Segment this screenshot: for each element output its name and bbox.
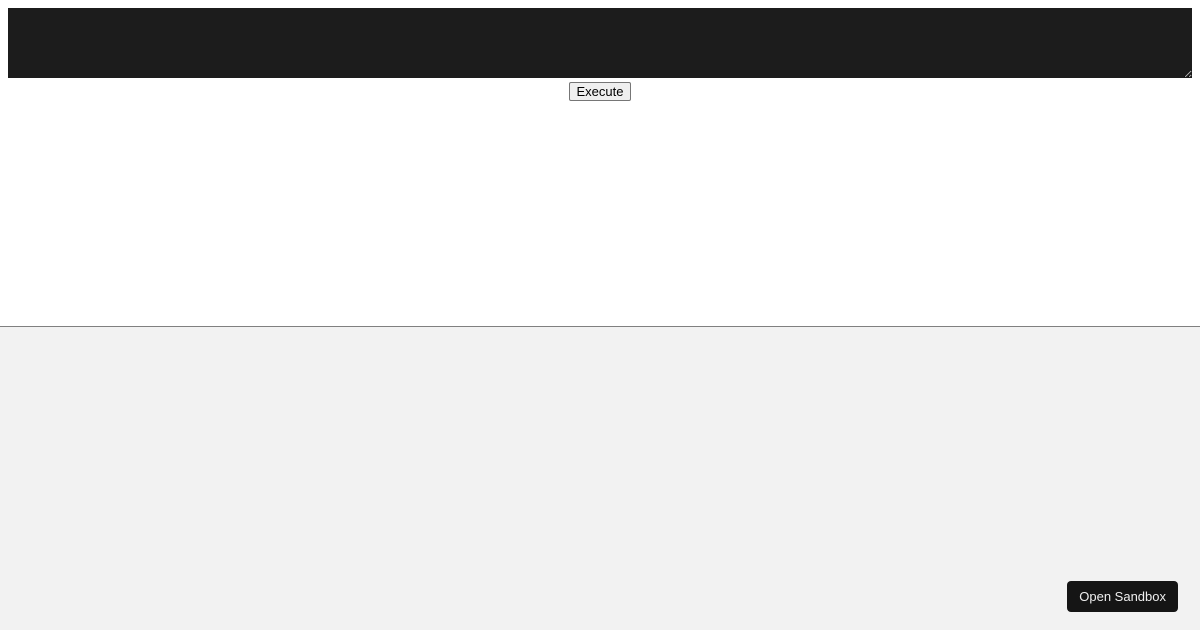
execute-row: Execute — [569, 82, 632, 101]
editor-pane: Execute — [0, 0, 1200, 327]
output-pane: Open Sandbox — [0, 327, 1200, 630]
code-input[interactable] — [8, 8, 1192, 78]
execute-button[interactable]: Execute — [569, 82, 632, 101]
open-sandbox-button[interactable]: Open Sandbox — [1067, 581, 1178, 612]
